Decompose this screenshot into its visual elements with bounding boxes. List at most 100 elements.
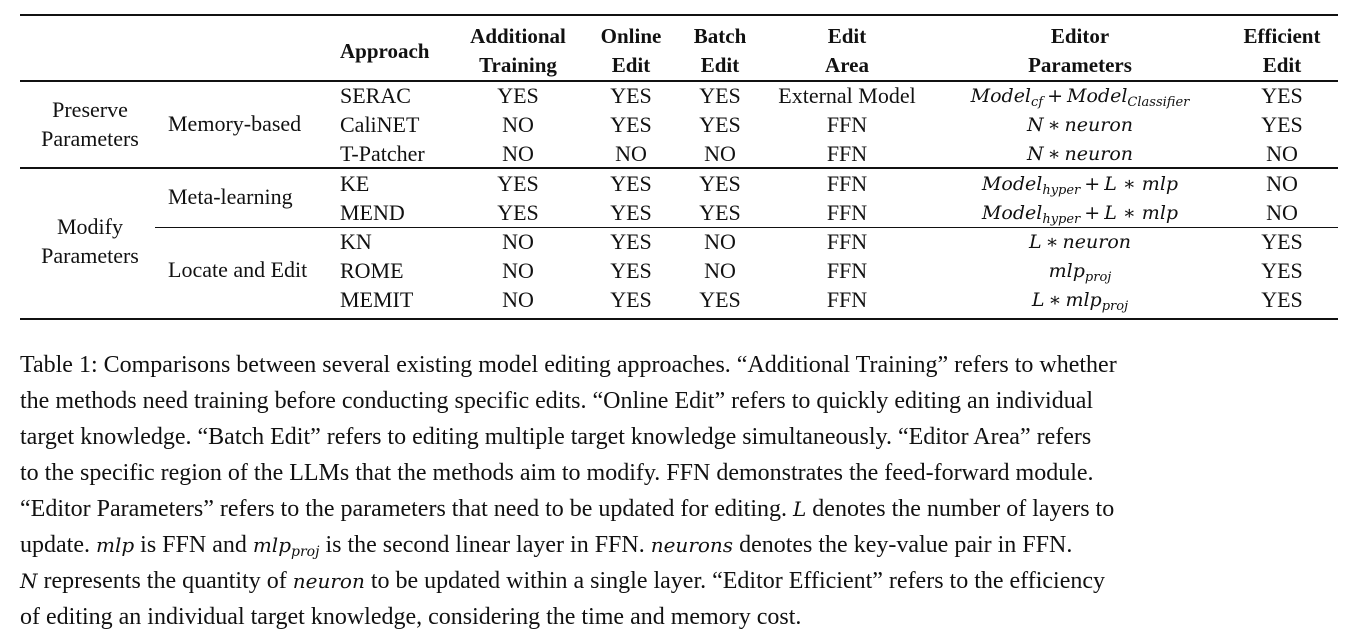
math-term: L — [1031, 289, 1045, 311]
cell-efficient-edit: YES — [1261, 287, 1303, 312]
cell-online-edit: YES — [610, 287, 652, 312]
cell-online-edit: YES — [610, 200, 652, 225]
cell-approach: ROME — [340, 258, 404, 283]
group-label-modify-line1: Modify — [57, 214, 123, 239]
cell-approach: CaliNET — [340, 112, 420, 137]
cell-edit-area: FFN — [826, 171, 868, 196]
math-operator: ∗ — [1047, 114, 1061, 136]
caption-text: denotes the key-value pair in FFN. — [733, 532, 1073, 558]
cell-approach: T-Patcher — [340, 141, 425, 166]
caption-line: update. mlp is FFN and mlpproj is the se… — [20, 527, 1350, 563]
cell-approach: SERAC — [340, 83, 411, 108]
header-editor-parameters-line1: Editor — [1050, 24, 1110, 48]
cell-batch-edit: YES — [699, 112, 741, 137]
cell-additional-training: NO — [502, 112, 534, 137]
cell-online-edit: YES — [610, 112, 652, 137]
cell-batch-edit: NO — [704, 258, 736, 283]
cell-efficient-edit: YES — [1261, 258, 1303, 283]
header-edit-area-line1: Edit — [827, 24, 867, 48]
caption-text: to be updated within a single layer. “Ed… — [364, 568, 1106, 594]
math-term: N — [1026, 143, 1044, 165]
cell-additional-training: NO — [502, 229, 534, 254]
subgroup-label-locate-and-edit: Locate and Edit — [168, 257, 308, 282]
group-label-preserve-line2: Parameters — [41, 126, 139, 151]
cell-online-edit: NO — [615, 141, 647, 166]
header-online-edit-line2: Edit — [611, 53, 651, 77]
math-subscript: proj — [291, 544, 320, 560]
cell-editor-parameters: N ∗ neuron — [1027, 141, 1133, 167]
cell-edit-area: FFN — [826, 200, 868, 225]
cell-approach: KE — [340, 171, 370, 196]
math-operator: + — [1047, 85, 1064, 107]
caption-text: is FFN and — [134, 532, 253, 558]
cell-edit-area: FFN — [826, 112, 868, 137]
table-caption: Table 1: Comparisons between several exi… — [20, 347, 1350, 635]
header-batch-edit-line1: Batch — [693, 24, 747, 48]
math-mlp: mlp — [95, 533, 135, 557]
group-label-preserve-line1: Preserve — [52, 97, 128, 122]
top-rule — [20, 14, 1338, 16]
cell-edit-area: External Model — [778, 83, 916, 108]
cell-edit-area: FFN — [826, 229, 868, 254]
math-L: L — [793, 497, 807, 521]
cell-edit-area: FFN — [826, 287, 868, 312]
math-N: N — [20, 569, 38, 593]
caption-line: target knowledge. “Batch Edit” refers to… — [20, 424, 1092, 450]
cell-batch-edit: YES — [699, 200, 741, 225]
cell-approach: KN — [340, 229, 372, 254]
cell-efficient-edit: NO — [1266, 200, 1298, 225]
cell-additional-training: YES — [497, 200, 539, 225]
cell-efficient-edit: YES — [1261, 83, 1303, 108]
header-online-edit-line1: Online — [600, 24, 662, 48]
math-term: Model — [1067, 85, 1128, 107]
cell-batch-edit: NO — [704, 141, 736, 166]
header-edit-area-line2: Area — [825, 53, 869, 77]
cell-batch-edit: YES — [699, 171, 741, 196]
math-operator: + — [1084, 173, 1101, 195]
header-rule — [20, 80, 1338, 82]
cell-approach: MEND — [340, 200, 405, 225]
math-term: L ∗ mlp — [1104, 202, 1179, 224]
cell-editor-parameters: L ∗ neuron — [1029, 229, 1131, 255]
math-term: mlp — [1048, 260, 1085, 282]
cell-efficient-edit: YES — [1261, 229, 1303, 254]
cell-batch-edit: YES — [699, 83, 741, 108]
header-efficient-edit-line1: Efficient — [1243, 24, 1321, 48]
math-term: neuron — [1062, 231, 1132, 253]
header-batch-edit-line2: Edit — [700, 53, 740, 77]
header-approach: Approach — [340, 39, 430, 63]
cell-additional-training: NO — [502, 141, 534, 166]
caption-line: the methods need training before conduct… — [20, 388, 1094, 414]
math-term: Model — [970, 85, 1032, 107]
math-mlp-proj: mlp — [252, 533, 292, 557]
math-operator: ∗ — [1047, 143, 1061, 165]
cell-online-edit: YES — [610, 258, 652, 283]
math-subscript: hyper — [1042, 212, 1081, 227]
math-term: N — [1026, 114, 1044, 136]
cell-edit-area: FFN — [826, 258, 868, 283]
caption-text: “Editor Parameters” refers to the parame… — [20, 496, 794, 522]
cell-online-edit: YES — [610, 171, 652, 196]
cell-additional-training: NO — [502, 258, 534, 283]
math-subscript: Classifier — [1127, 95, 1190, 110]
math-subscript: cf — [1031, 95, 1044, 110]
caption-line: Table 1: Comparisons between several exi… — [20, 352, 1117, 378]
math-subscript: proj — [1084, 270, 1112, 285]
math-term: neuron — [1064, 114, 1134, 136]
math-subscript: hyper — [1042, 183, 1081, 198]
math-operator: ∗ — [1048, 289, 1062, 311]
cell-editor-parameters: N ∗ neuron — [1027, 112, 1133, 138]
subgroup-label-meta-learning: Meta-learning — [168, 184, 293, 209]
caption-line: “Editor Parameters” refers to the parame… — [20, 491, 1350, 527]
math-subscript: proj — [1101, 299, 1129, 314]
header-additional-training-line1: Additional — [470, 24, 566, 48]
caption-text: denotes the number of layers to — [806, 496, 1115, 522]
cell-efficient-edit: YES — [1261, 112, 1303, 137]
bottom-rule — [20, 318, 1338, 320]
subgroup-label-memory-based: Memory-based — [168, 111, 302, 136]
cell-additional-training: YES — [497, 83, 539, 108]
math-term: L — [1028, 231, 1042, 253]
caption-text: is the second linear layer in FFN. — [319, 532, 651, 558]
caption-text: update. — [20, 532, 96, 558]
math-term: L ∗ mlp — [1104, 173, 1179, 195]
